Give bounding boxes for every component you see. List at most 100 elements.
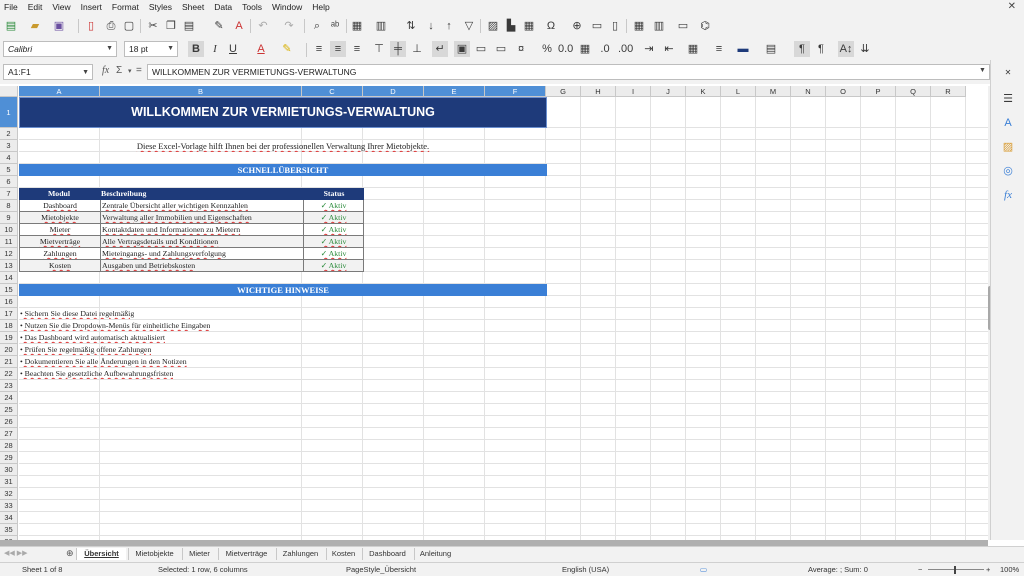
text-direction-vertical-icon[interactable]: ⇊	[858, 42, 872, 56]
align-bottom-icon[interactable]: ⊥	[410, 42, 424, 56]
find-replace-icon[interactable]: ⌕	[310, 19, 324, 33]
comment-icon[interactable]: ▭	[590, 19, 604, 33]
open-folder-icon[interactable]: ▰	[28, 19, 42, 33]
font-name-box[interactable]: Calibri ▼	[3, 41, 117, 57]
cut-icon[interactable]: ✂	[146, 19, 160, 33]
row-header[interactable]: 28	[0, 440, 18, 452]
note-item[interactable]: • Beachten Sie gesetzliche Aufbewahrungs…	[20, 368, 173, 379]
chevron-down-icon[interactable]: ▼	[82, 66, 89, 80]
special-character-icon[interactable]: Ω	[544, 19, 558, 33]
sheet-tab[interactable]: Anleitung	[414, 548, 456, 560]
row-header[interactable]: 6	[0, 176, 18, 188]
insert-image-icon[interactable]: ▨	[486, 19, 500, 33]
column-header[interactable]: N	[791, 86, 826, 97]
note-item[interactable]: • Das Dashboard wird automatisch aktuali…	[20, 332, 165, 343]
copy-icon[interactable]: ❐	[164, 19, 178, 33]
currency-format-icon[interactable]: ¤	[514, 42, 528, 56]
chevron-down-icon[interactable]: ▾	[128, 67, 132, 75]
row-header[interactable]: 26	[0, 416, 18, 428]
row-header[interactable]: 21	[0, 356, 18, 368]
align-center-icon[interactable]: ≡	[330, 41, 346, 57]
row-header[interactable]: 3	[0, 140, 18, 152]
sheet-tab[interactable]: Kosten	[326, 548, 360, 560]
clone-formatting-icon[interactable]: ✎	[212, 19, 226, 33]
row-icon[interactable]: ▦	[350, 19, 364, 33]
table-cell-beschreibung[interactable]: Verwaltung aller Immobilien und Eigensch…	[100, 212, 304, 224]
undo-icon[interactable]: ↶	[256, 19, 270, 33]
selection-mode-icon[interactable]: ▭	[700, 563, 707, 577]
left-to-right-icon[interactable]: ¶	[794, 41, 810, 57]
menu-format[interactable]: Format	[112, 2, 139, 12]
italic-button[interactable]: I	[208, 42, 222, 56]
menu-edit[interactable]: Edit	[28, 2, 43, 12]
merge-cells-icon[interactable]: ▭	[494, 42, 508, 56]
increase-indent-icon[interactable]: ⇥	[642, 42, 656, 56]
table-cell-modul[interactable]: Dashboard	[19, 200, 101, 212]
number-format-icon[interactable]: 0.0	[558, 42, 573, 56]
menu-window[interactable]: Window	[272, 2, 302, 12]
row-header[interactable]: 16	[0, 296, 18, 308]
column-header[interactable]: K	[686, 86, 721, 97]
border-style-icon[interactable]: ≡	[712, 42, 726, 56]
decrease-indent-icon[interactable]: ⇤	[662, 42, 676, 56]
gallery-icon[interactable]: ▨	[1001, 140, 1015, 154]
align-left-icon[interactable]: ≡	[312, 42, 326, 56]
center-vertically-icon[interactable]: ╪	[390, 41, 406, 57]
clear-formatting-icon[interactable]: A	[232, 19, 246, 33]
right-to-left-icon[interactable]: ¶	[814, 42, 828, 56]
menu-file[interactable]: File	[4, 2, 18, 12]
show-draw-functions-icon[interactable]: ⌬	[698, 19, 712, 33]
table-cell-status[interactable]: ✓ Aktiv	[303, 236, 364, 248]
column-header[interactable]: L	[721, 86, 756, 97]
row-header[interactable]: 32	[0, 488, 18, 500]
sort-icon[interactable]: ⇅	[404, 19, 418, 33]
menu-help[interactable]: Help	[312, 2, 329, 12]
table-cell-modul[interactable]: Mietverträge	[19, 236, 101, 248]
table-cell-beschreibung[interactable]: Mieteingangs- und Zahlungsverfolgung	[100, 248, 304, 260]
date-format-icon[interactable]: ▦	[578, 42, 592, 56]
row-header[interactable]: 13	[0, 260, 18, 272]
bold-button[interactable]: B	[188, 41, 204, 57]
table-cell-modul[interactable]: Zahlungen	[19, 248, 101, 260]
sheet-tab[interactable]: Mietobjekte	[128, 548, 180, 560]
sort-descending-icon[interactable]: ↑	[442, 19, 456, 33]
row-header[interactable]: 33	[0, 500, 18, 512]
conditional-format-icon[interactable]: ▤	[764, 42, 778, 56]
align-right-icon[interactable]: ≡	[350, 42, 364, 56]
row-header[interactable]: 25	[0, 404, 18, 416]
font-size-box[interactable]: 18 pt ▼	[124, 41, 178, 57]
sheet-tab[interactable]: Mietverträge	[218, 548, 274, 560]
row-header[interactable]: 2	[0, 128, 18, 140]
row-header[interactable]: 15	[0, 284, 18, 296]
first-sheet-icon[interactable]: ◀◀ ▶▶	[4, 549, 27, 557]
add-sheet-icon[interactable]: ⊕	[66, 548, 74, 559]
expand-formula-bar-icon[interactable]: ▼	[979, 67, 986, 74]
table-cell-status[interactable]: ✓ Aktiv	[303, 212, 364, 224]
row-header[interactable]: 31	[0, 476, 18, 488]
page-style[interactable]: PageStyle_Übersicht	[346, 563, 416, 577]
row-header[interactable]: 30	[0, 464, 18, 476]
highlight-color-icon[interactable]: ✎	[280, 42, 294, 56]
unmerge-icon[interactable]: ▭	[474, 42, 488, 56]
column-header[interactable]: P	[861, 86, 896, 97]
sheet-tab[interactable]: Mieter	[182, 548, 216, 560]
column-header[interactable]: G	[546, 86, 581, 97]
row-header[interactable]: 17	[0, 308, 18, 320]
column-header[interactable]: B	[100, 86, 302, 97]
row-header[interactable]: 22	[0, 368, 18, 380]
sheet-tab[interactable]: Übersicht	[76, 548, 126, 560]
wrap-text-icon[interactable]: ↵	[432, 41, 448, 57]
row-header[interactable]: 11	[0, 236, 18, 248]
table-cell-status[interactable]: ✓ Aktiv	[303, 248, 364, 260]
autofilter-icon[interactable]: ▽	[462, 19, 476, 33]
merge-center-icon[interactable]: ▣	[454, 41, 470, 57]
table-cell-modul[interactable]: Kosten	[19, 260, 101, 272]
column-header[interactable]: R	[931, 86, 966, 97]
row-header[interactable]: 34	[0, 512, 18, 524]
sheet-tab[interactable]: Dashboard	[362, 548, 412, 560]
navigator-icon[interactable]: ◎	[1001, 164, 1015, 178]
paste-icon[interactable]: ▤	[182, 19, 196, 33]
title-banner[interactable]: WILLKOMMEN ZUR VERMIETUNGS-VERWALTUNG	[19, 97, 547, 128]
headers-footers-icon[interactable]: ▯	[608, 19, 622, 33]
underline-button[interactable]: U	[226, 42, 240, 56]
